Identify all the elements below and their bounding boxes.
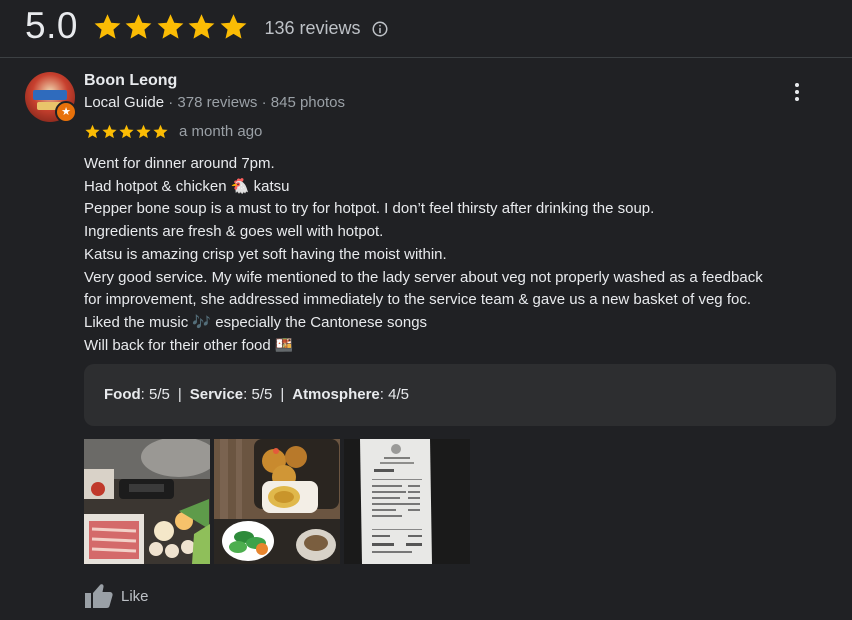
review-line: Liked the music 🎶 especially the Cantone… [84, 313, 428, 331]
review-panel: 5.0 136 reviews ★ Boon Leong Local Guide… [0, 0, 852, 620]
review-text: Went for dinner around 7pm. Had hotpot &… [84, 153, 844, 357]
like-button[interactable]: Like [84, 583, 149, 609]
photo-hotpot-image [84, 439, 210, 564]
service-value: : 5/5 [243, 386, 273, 403]
review-date: a month ago [179, 123, 263, 140]
rating-summary: 5.0 136 reviews [25, 4, 389, 48]
average-stars [92, 11, 250, 42]
star-icon [102, 124, 117, 139]
review-attributes: Food: 5/5 | Service: 5/5 | Atmosphere: 4/5 [104, 386, 409, 403]
review-line: Ingredients are fresh & goes well with h… [84, 223, 384, 241]
reviewer-stats: · 378 reviews · 845 photos [164, 94, 345, 111]
review-line: for improvement, she addressed immediate… [84, 291, 751, 309]
separator: | [177, 386, 182, 403]
photo-receipt-image [344, 439, 470, 564]
info-icon[interactable] [371, 20, 389, 38]
review-line: Went for dinner around 7pm. [84, 155, 275, 172]
total-reviews-count: 136 reviews [264, 18, 361, 38]
food-label: Food [104, 386, 141, 403]
thumb-up-icon [85, 584, 113, 608]
review-photo-receipt[interactable] [344, 439, 470, 564]
divider [0, 57, 852, 58]
reviewer-avatar[interactable]: ★ [25, 72, 77, 123]
star-icon [126, 13, 152, 39]
food-value: : 5/5 [140, 386, 170, 403]
service-label: Service [189, 386, 244, 403]
more-vert-icon[interactable] [786, 80, 808, 104]
star-icon [94, 13, 121, 39]
atmosphere-value: : 4/5 [379, 386, 409, 403]
star-icon [136, 124, 151, 139]
star-icon [119, 124, 134, 139]
local-guide-star-icon: ★ [55, 101, 77, 123]
review-photo-hotpot[interactable] [84, 439, 210, 564]
average-score: 5.0 [25, 5, 78, 46]
review-photo-katsu[interactable] [214, 439, 340, 564]
star-icon [85, 124, 100, 139]
local-guide-label: Local Guide [84, 94, 165, 111]
like-label: Like [121, 587, 149, 605]
review-line: Had hotpot & chicken 🐔 katsu [84, 177, 290, 195]
star-icon [153, 124, 168, 139]
review-line: Will back for their other food 🍱 [84, 336, 294, 354]
star-icon [220, 13, 247, 39]
review-line: Katsu is amazing crisp yet soft having t… [84, 245, 447, 263]
separator: | [280, 386, 285, 403]
photo-katsu-image [214, 439, 340, 564]
reviewer-name[interactable]: Boon Leong [84, 72, 177, 90]
reviewer-meta: Local Guide · 378 reviews · 845 photos [84, 94, 345, 111]
review-line: Very good service. My wife mentioned to … [84, 268, 763, 286]
star-icon [189, 13, 215, 39]
review-attributes-box: Food: 5/5 | Service: 5/5 | Atmosphere: 4/5 [84, 364, 836, 426]
review-stars [84, 123, 169, 140]
review-line: Pepper bone soup is a must to try for ho… [84, 200, 655, 218]
atmosphere-label: Atmosphere [292, 386, 380, 403]
star-icon [157, 13, 184, 39]
